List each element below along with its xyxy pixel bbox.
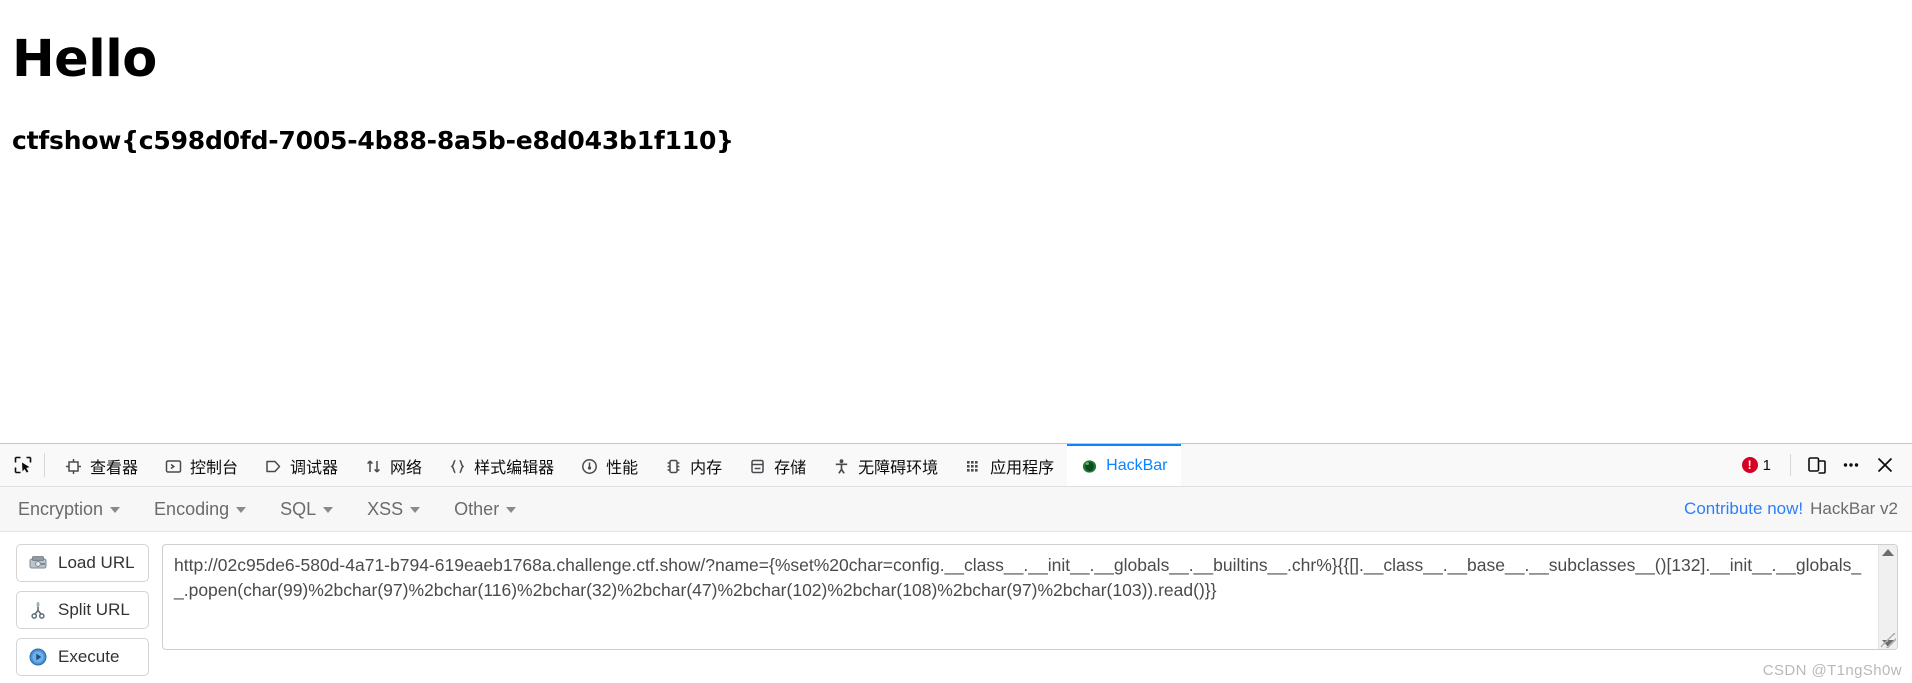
tab-console[interactable]: 控制台 bbox=[151, 444, 251, 486]
menu-other-label: Other bbox=[454, 498, 500, 519]
hackbar-action-buttons: Load URL Split URL Execute bbox=[16, 544, 149, 683]
devtools-tab-list: 查看器 控制台 调试器 网络 样式编辑器 性能 内存 存储 无障碍环境 应用程序… bbox=[51, 444, 1734, 486]
menu-sql[interactable]: SQL bbox=[280, 498, 334, 520]
flag-text: ctfshow{c598d0fd-7005-4b88-8a5b-e8d043b1… bbox=[12, 126, 734, 156]
toolbar-divider bbox=[44, 453, 45, 477]
load-url-icon bbox=[27, 552, 49, 574]
screenshot-root: Hello ctfshow{c598d0fd-7005-4b88-8a5b-e8… bbox=[0, 0, 1912, 683]
hackbar-menubar-right: Contribute now! HackBar v2 bbox=[1684, 499, 1898, 519]
storage-icon bbox=[748, 457, 767, 476]
chevron-down-icon bbox=[410, 507, 421, 513]
tab-storage[interactable]: 存储 bbox=[735, 444, 819, 486]
tab-memory-label: 内存 bbox=[690, 460, 723, 477]
tab-console-label: 控制台 bbox=[190, 460, 239, 477]
chevron-down-icon bbox=[110, 507, 121, 513]
menu-encoding-label: Encoding bbox=[154, 498, 230, 519]
menu-encoding[interactable]: Encoding bbox=[154, 498, 247, 520]
load-url-button[interactable]: Load URL bbox=[16, 544, 149, 582]
tab-network-label: 网络 bbox=[390, 460, 423, 477]
menu-encryption[interactable]: Encryption bbox=[18, 498, 121, 520]
menu-xss[interactable]: XSS bbox=[367, 498, 421, 520]
inspector-icon bbox=[64, 457, 83, 476]
console-icon bbox=[164, 457, 183, 476]
hackbar-menubar: Encryption Encoding SQL XSS Other Contri… bbox=[0, 487, 1912, 532]
error-badge-icon: ! bbox=[1741, 457, 1758, 473]
element-picker-icon[interactable] bbox=[4, 444, 42, 486]
accessibility-icon bbox=[832, 457, 851, 476]
tab-memory[interactable]: 内存 bbox=[651, 444, 735, 486]
toolbar-divider-right bbox=[1790, 454, 1791, 476]
hackbar-icon bbox=[1080, 457, 1099, 476]
tab-inspector-label: 查看器 bbox=[90, 460, 139, 477]
chevron-down-icon bbox=[323, 507, 334, 513]
tab-performance-label: 性能 bbox=[606, 460, 639, 477]
error-count-label: 1 bbox=[1762, 456, 1771, 474]
tab-application-label: 应用程序 bbox=[990, 460, 1055, 477]
menu-xss-label: XSS bbox=[367, 498, 404, 519]
contribute-link[interactable]: Contribute now! bbox=[1684, 499, 1803, 519]
split-url-label: Split URL bbox=[58, 600, 130, 619]
execute-label: Execute bbox=[58, 647, 120, 666]
tab-inspector[interactable]: 查看器 bbox=[51, 444, 151, 486]
tab-debugger-label: 调试器 bbox=[290, 460, 339, 477]
resize-grip-icon[interactable] bbox=[1881, 633, 1896, 648]
tab-accessibility-label: 无障碍环境 bbox=[858, 460, 939, 477]
tab-hackbar[interactable]: HackBar bbox=[1067, 444, 1181, 486]
menu-sql-label: SQL bbox=[280, 498, 317, 519]
tab-hackbar-label: HackBar bbox=[1106, 457, 1168, 474]
tab-accessibility[interactable]: 无障碍环境 bbox=[819, 444, 951, 486]
scroll-up-chevron-icon[interactable] bbox=[1882, 549, 1894, 556]
tab-storage-label: 存储 bbox=[774, 460, 807, 477]
hackbar-body: Load URL Split URL Execute http://02c95d… bbox=[0, 532, 1912, 683]
tab-style-editor[interactable]: 样式编辑器 bbox=[435, 444, 567, 486]
devtools-tabbar: 查看器 控制台 调试器 网络 样式编辑器 性能 内存 存储 无障碍环境 应用程序… bbox=[0, 444, 1912, 487]
performance-icon bbox=[580, 457, 599, 476]
tab-application[interactable]: 应用程序 bbox=[951, 444, 1067, 486]
error-count-badge[interactable]: ! 1 bbox=[1734, 457, 1779, 474]
url-input-wrapper[interactable]: http://02c95de6-580d-4a71-b794-619eaeb17… bbox=[162, 544, 1898, 650]
menu-encryption-label: Encryption bbox=[18, 498, 104, 519]
menu-other[interactable]: Other bbox=[454, 498, 517, 520]
execute-play-icon bbox=[27, 646, 49, 668]
chevron-down-icon bbox=[236, 507, 247, 513]
tab-performance[interactable]: 性能 bbox=[567, 444, 651, 486]
tab-debugger[interactable]: 调试器 bbox=[251, 444, 351, 486]
application-icon bbox=[964, 457, 983, 476]
memory-icon bbox=[664, 457, 683, 476]
debugger-icon bbox=[264, 457, 283, 476]
url-input[interactable]: http://02c95de6-580d-4a71-b794-619eaeb17… bbox=[163, 545, 1878, 649]
execute-button[interactable]: Execute bbox=[16, 638, 149, 676]
load-url-label: Load URL bbox=[58, 553, 135, 572]
tab-style-editor-label: 样式编辑器 bbox=[474, 460, 555, 477]
chevron-down-icon bbox=[506, 507, 517, 513]
page-title: Hello bbox=[12, 30, 157, 89]
style-editor-icon bbox=[448, 457, 467, 476]
close-icon[interactable] bbox=[1870, 450, 1900, 480]
web-page-content: Hello ctfshow{c598d0fd-7005-4b88-8a5b-e8… bbox=[0, 0, 1912, 443]
more-options-icon[interactable] bbox=[1836, 450, 1866, 480]
tab-network[interactable]: 网络 bbox=[351, 444, 435, 486]
split-url-button[interactable]: Split URL bbox=[16, 591, 149, 629]
devtools-toolbar-actions: ! 1 bbox=[1734, 444, 1912, 486]
hackbar-version-label: HackBar v2 bbox=[1810, 499, 1898, 518]
split-url-scissors-icon bbox=[27, 599, 49, 621]
responsive-design-mode-icon[interactable] bbox=[1802, 450, 1832, 480]
network-icon bbox=[364, 457, 383, 476]
devtools-panel: 查看器 控制台 调试器 网络 样式编辑器 性能 内存 存储 无障碍环境 应用程序… bbox=[0, 443, 1912, 683]
